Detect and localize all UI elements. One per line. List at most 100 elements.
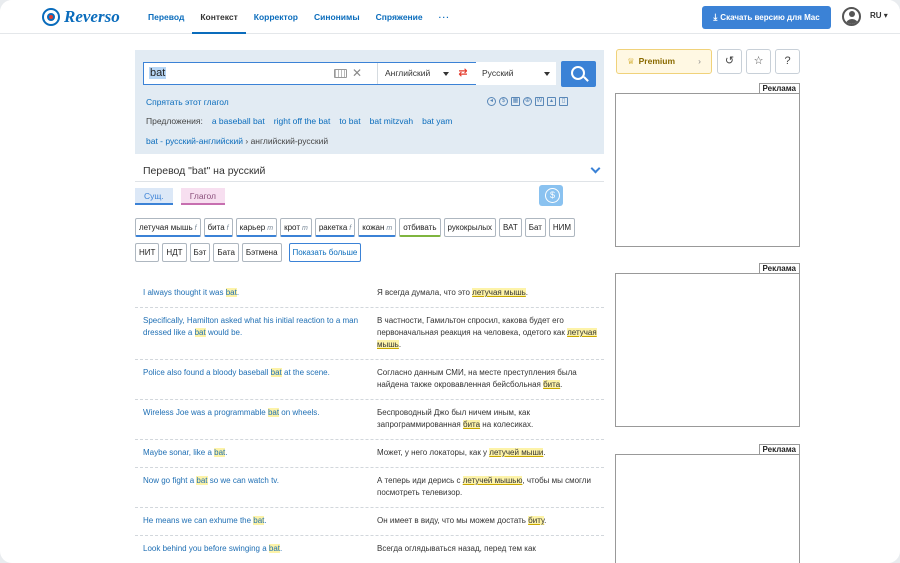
translation-chip[interactable]: Бата: [213, 243, 239, 262]
translation-chip[interactable]: ВАТ: [499, 218, 522, 237]
ad-slot[interactable]: Реклама: [615, 83, 800, 247]
suggestion-link[interactable]: to bat: [339, 116, 360, 126]
example-translation[interactable]: Всегда оглядываться назад, перед тем как: [369, 543, 604, 555]
help-button[interactable]: ?: [775, 49, 800, 74]
premium-button[interactable]: ♕ Premium ›: [616, 49, 712, 74]
translation-header[interactable]: Перевод "bat" на русский: [135, 160, 604, 182]
example-translation[interactable]: А теперь иди дерись с летучей мышью, что…: [369, 475, 604, 499]
target-language-select[interactable]: Русский: [476, 62, 556, 85]
example-text: Now go fight a: [143, 476, 197, 485]
example-source[interactable]: Wireless Joe was a programmable bat on w…: [135, 407, 369, 431]
download-mac-button[interactable]: ⤓ Скачать версию для Mac: [702, 6, 831, 29]
example-translation[interactable]: Беспроводный Джо был ничем иным, как зап…: [369, 407, 604, 431]
suggestions: Предложения: a baseball bat right off th…: [146, 116, 452, 126]
suggestion-link[interactable]: a baseball bat: [212, 116, 265, 126]
breadcrumb-link[interactable]: bat - русский-английский: [146, 136, 243, 146]
chevron-down-icon[interactable]: [590, 163, 601, 174]
suggestion-link[interactable]: bat yam: [422, 116, 452, 126]
part-of-speech-tabs: Сущ. Глагол: [135, 188, 225, 205]
search-box[interactable]: bat ✕ Английский: [143, 62, 501, 85]
dollar-icon[interactable]: $: [499, 97, 508, 106]
translation-chip[interactable]: летучая мышь f: [135, 218, 201, 237]
history-button[interactable]: ↺: [717, 49, 742, 74]
translation-chip[interactable]: НИМ: [548, 218, 576, 237]
translation-chip[interactable]: НДТ: [162, 243, 187, 262]
premium-label: Premium: [638, 56, 675, 66]
nav-translation[interactable]: Перевод: [140, 0, 192, 34]
dollar-icon[interactable]: [539, 185, 563, 206]
hide-verb-link[interactable]: Спрятать этот глагол: [146, 97, 229, 107]
nav-more-icon[interactable]: ···: [431, 0, 459, 34]
translation-chip[interactable]: отбивать: [399, 218, 441, 237]
ad-slot[interactable]: Реклама: [615, 444, 800, 563]
example-translation[interactable]: Я всегда думала, что это летучая мышь.: [369, 287, 604, 299]
nav-context[interactable]: Контекст: [192, 0, 246, 34]
translation-chip[interactable]: бита f: [203, 218, 233, 237]
translation-chip[interactable]: рукокрылых: [443, 218, 497, 237]
translation-chip[interactable]: Бэтмена: [241, 243, 282, 262]
example-source[interactable]: He means we can exhume the bat.: [135, 515, 369, 527]
source-language-select[interactable]: Английский: [377, 63, 455, 84]
main-nav: Перевод Контекст Корректор Синонимы Спря…: [140, 0, 458, 34]
reverso-logo-icon: [42, 8, 60, 26]
nav-corrector[interactable]: Корректор: [246, 0, 306, 34]
highlighted-term: bat: [225, 288, 237, 297]
image-icon[interactable]: ▴: [547, 97, 556, 106]
translation-chip[interactable]: ракетка f: [314, 218, 356, 237]
translation-chip[interactable]: НИТ: [135, 243, 160, 262]
search-input[interactable]: bat: [149, 67, 167, 79]
search-button[interactable]: [561, 61, 596, 87]
translation-chip-text: Бэтмена: [245, 248, 278, 257]
translation-chip[interactable]: Бат: [524, 218, 546, 237]
translation-chip[interactable]: карьер m: [235, 218, 278, 237]
book-icon[interactable]: ▯: [559, 97, 568, 106]
crown-icon: ♕: [627, 56, 635, 66]
swap-languages-icon[interactable]: ⇄: [454, 65, 472, 83]
example-source[interactable]: Look behind you before swinging a bat.: [135, 543, 369, 555]
example-source[interactable]: Maybe sonar, like a bat.: [135, 447, 369, 459]
suggestion-link[interactable]: bat mitzvah: [370, 116, 413, 126]
search-panel: bat ✕ Английский ⇄ Русский Спрятать этот…: [135, 50, 604, 154]
speaker-icon[interactable]: ◂: [487, 97, 496, 106]
translation-chip[interactable]: крот m: [280, 218, 312, 237]
tab-verb[interactable]: Глагол: [180, 188, 225, 205]
keyboard-icon[interactable]: [334, 69, 347, 78]
example-translation[interactable]: Согласно данным СМИ, на месте преступлен…: [369, 367, 604, 391]
grid-icon[interactable]: ▦: [511, 97, 520, 106]
example-row: Police also found a bloody baseball bat …: [135, 360, 604, 400]
tab-noun[interactable]: Сущ.: [135, 188, 173, 205]
example-translation[interactable]: Он имеет в виду, что мы можем достать би…: [369, 515, 604, 527]
history-icon: ↺: [724, 55, 735, 67]
example-text: .: [543, 448, 546, 457]
example-translation[interactable]: Может, у него локаторы, как у летучей мы…: [369, 447, 604, 459]
example-source[interactable]: Now go fight a bat so we can watch tv.: [135, 475, 369, 499]
gender-label: m: [267, 225, 274, 232]
highlighted-term: биту: [528, 516, 545, 525]
clear-icon[interactable]: ✕: [352, 66, 362, 80]
translation-chip[interactable]: Бэт: [189, 243, 211, 262]
language-selector[interactable]: RU ▾: [870, 11, 888, 20]
example-text: Maybe sonar, like a: [143, 448, 215, 457]
example-text: He means we can exhume the: [143, 516, 254, 525]
example-source[interactable]: I always thought it was bat.: [135, 287, 369, 299]
nav-conjugation[interactable]: Спряжение: [368, 0, 431, 34]
ad-slot[interactable]: Реклама: [615, 263, 800, 427]
gender-label: f: [226, 225, 229, 232]
example-text: I always thought it was: [143, 288, 226, 297]
translation-chip[interactable]: кожан m: [358, 218, 397, 237]
example-source[interactable]: Police also found a bloody baseball bat …: [135, 367, 369, 391]
wikipedia-icon[interactable]: W: [535, 97, 544, 106]
example-translation[interactable]: В частности, Гамильтон спросил, какова б…: [369, 315, 604, 351]
translation-title: Перевод "bat" на русский: [143, 165, 266, 177]
example-source[interactable]: Specifically, Hamilton asked what his in…: [135, 315, 369, 351]
example-text: .: [525, 288, 529, 297]
user-avatar-icon[interactable]: [842, 7, 861, 26]
show-more-button[interactable]: Показать больше: [288, 243, 362, 262]
tool-icons: ◂ $ ▦ ⊕ W ▴ ▯: [487, 97, 568, 106]
reverso-logo[interactable]: Reverso: [42, 7, 120, 27]
nav-synonyms[interactable]: Синонимы: [306, 0, 368, 34]
suggestion-link[interactable]: right off the bat: [274, 116, 331, 126]
example-row: He means we can exhume the bat. Он имеет …: [135, 508, 604, 536]
favorites-button[interactable]: ☆: [746, 49, 771, 74]
globe-icon[interactable]: ⊕: [523, 97, 532, 106]
